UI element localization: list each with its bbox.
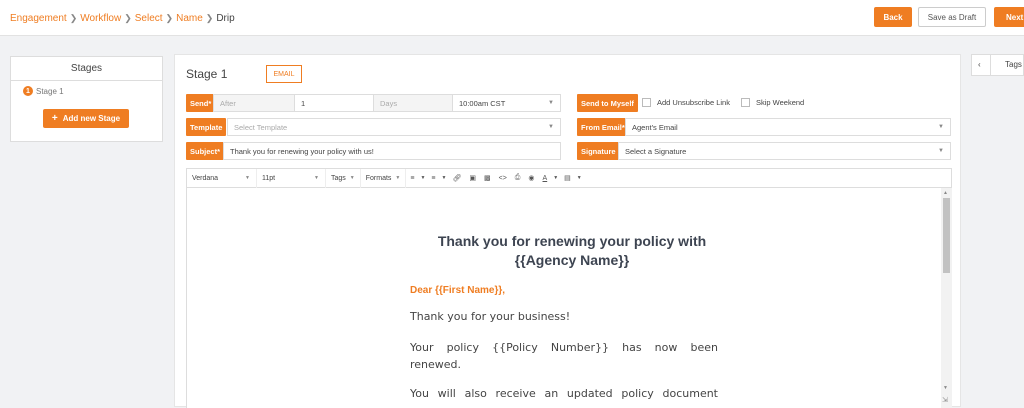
email-heading-line2: {{Agency Name}}	[514, 252, 630, 268]
print-icon[interactable]: ⎙	[511, 174, 525, 182]
breadcrumb-workflow[interactable]: Workflow	[80, 13, 121, 24]
email-paragraph-2-line1: Your policy {{Policy Number}} has now be…	[410, 341, 718, 354]
stage-list-label: Stage 1	[36, 86, 64, 96]
chevron-down-icon[interactable]: ▼	[575, 175, 584, 181]
font-size-value: 11pt	[262, 174, 276, 182]
from-email-label: From Email*	[577, 118, 629, 136]
stage-list-item[interactable]: 1 Stage 1	[23, 86, 64, 96]
chevron-down-icon: ▼	[938, 124, 944, 130]
text-color-icon[interactable]: A	[539, 175, 552, 182]
after-value-input[interactable]: 1	[294, 94, 374, 112]
chevron-down-icon: ▼	[314, 175, 319, 181]
chevron-down-icon: ▼	[548, 124, 554, 130]
subject-label: Subject*	[186, 142, 225, 160]
divider	[990, 55, 991, 75]
tags-panel-label: Tags	[1005, 60, 1022, 69]
top-bar: Engagement ❯ Workflow ❯ Select ❯ Name ❯ Drip Bac…	[0, 0, 1024, 36]
highlight-icon[interactable]: ▤	[560, 174, 575, 182]
editor-toolbar: Verdana ▼ 11pt ▼ Tags ▼ Formats ▼ ≡ ▼ ≡ ▼ 🔗︎…	[187, 168, 951, 188]
chevron-left-icon[interactable]: ‹	[978, 60, 981, 69]
scroll-down-icon[interactable]: ▼	[943, 385, 948, 391]
chevron-down-icon: ▼	[349, 175, 355, 181]
chevron-right-icon: ❯	[124, 13, 132, 23]
chevron-down-icon: ▼	[245, 175, 250, 181]
add-stage-button[interactable]: + Add new Stage	[43, 109, 129, 128]
numbered-list-icon[interactable]: ≡	[427, 175, 439, 182]
font-family-value: Verdana	[192, 174, 219, 182]
email-heading-line1: Thank you for renewing your policy with	[437, 233, 707, 249]
email-paragraph-3: You will also receive an updated policy …	[410, 387, 718, 400]
bullet-list-icon[interactable]: ≡	[406, 175, 418, 182]
email-greeting: Dear {{First Name}},	[410, 285, 506, 296]
send-label: Send*	[186, 94, 216, 112]
breadcrumb-current: Drip	[216, 13, 235, 24]
skip-weekend-label: Skip Weekend	[756, 98, 805, 107]
email-body[interactable]: Thank you for renewing your policy with …	[187, 188, 941, 408]
email-editor: Verdana ▼ 11pt ▼ Tags ▼ Formats ▼ ≡ ▼ ≡ ▼ 🔗︎…	[186, 168, 952, 408]
link-icon[interactable]: 🔗︎	[448, 174, 465, 182]
template-placeholder: Select Template	[234, 122, 288, 132]
preview-icon[interactable]: ◉	[524, 174, 538, 182]
breadcrumb-name[interactable]: Name	[176, 13, 203, 24]
code-icon[interactable]: <>	[495, 175, 511, 182]
font-family-select[interactable]: Verdana ▼	[187, 168, 257, 188]
stage-number-badge: 1	[23, 86, 33, 96]
days-field: Days	[373, 94, 453, 112]
time-select[interactable]: 10:00am CST ▼	[452, 94, 561, 112]
signature-label: Signature	[577, 142, 620, 160]
skip-weekend-checkbox[interactable]	[741, 98, 750, 107]
image-icon[interactable]: ▣	[465, 174, 480, 182]
stages-title: Stages	[11, 57, 162, 81]
chevron-down-icon[interactable]: ▼	[440, 175, 449, 181]
chevron-down-icon[interactable]: ▼	[551, 175, 560, 181]
breadcrumb-engagement[interactable]: Engagement	[10, 13, 67, 24]
formats-menu[interactable]: Formats ▼	[361, 168, 407, 188]
chevron-down-icon: ▼	[548, 100, 554, 106]
save-draft-button[interactable]: Save as Draft	[918, 7, 986, 27]
next-button[interactable]: Next	[994, 7, 1024, 27]
breadcrumb-select[interactable]: Select	[135, 13, 163, 24]
email-heading: Thank you for renewing your policy with …	[412, 232, 732, 270]
unsubscribe-checkbox[interactable]	[642, 98, 651, 107]
signature-value: Select a Signature	[625, 146, 687, 156]
media-icon[interactable]: ▩	[480, 174, 495, 182]
subject-input[interactable]: Thank you for renewing your policy with …	[223, 142, 561, 160]
signature-select[interactable]: Select a Signature ▼	[618, 142, 951, 160]
formats-menu-label: Formats	[365, 174, 392, 182]
chevron-down-icon[interactable]: ▼	[418, 175, 427, 181]
tags-menu-label: Tags	[331, 174, 346, 182]
scrollbar-thumb[interactable]	[943, 198, 950, 273]
template-select[interactable]: Select Template ▼	[227, 118, 561, 136]
chevron-right-icon: ❯	[69, 13, 78, 23]
chevron-down-icon: ▼	[395, 175, 401, 181]
time-value: 10:00am CST	[459, 98, 506, 108]
stage-editor-panel: Stage 1 EMAIL Send* After 1 Days 10:00am…	[174, 54, 961, 408]
add-stage-label: Add new Stage	[62, 114, 121, 123]
font-size-select[interactable]: 11pt ▼	[257, 168, 326, 188]
editor-scrollbar[interactable]: ▲ ▼ ⇲	[941, 188, 952, 408]
unsubscribe-label: Add Unsubscribe Link	[657, 98, 730, 107]
chevron-down-icon: ▼	[938, 148, 944, 154]
from-email-value: Agent's Email	[632, 122, 678, 132]
template-label: Template	[186, 118, 227, 136]
email-paragraph-1: Thank you for your business!	[410, 310, 571, 323]
email-type-tag: EMAIL	[266, 65, 302, 83]
from-email-select[interactable]: Agent's Email ▼	[625, 118, 951, 136]
chevron-right-icon: ❯	[205, 13, 214, 23]
tags-menu[interactable]: Tags ▼	[326, 168, 361, 188]
stages-panel: Stages 1 Stage 1 + Add new Stage	[10, 56, 163, 142]
back-button[interactable]: Back	[874, 7, 912, 27]
chevron-right-icon: ❯	[165, 13, 174, 23]
email-paragraph-2-line2: renewed.	[410, 358, 462, 371]
stage-title: Stage 1	[186, 67, 228, 81]
plus-icon: +	[51, 113, 58, 124]
tags-side-panel[interactable]: ‹ Tags	[971, 54, 1024, 76]
send-to-myself-button[interactable]: Send to Myself	[577, 94, 638, 112]
resize-icon[interactable]: ⇲	[942, 396, 948, 404]
scroll-up-icon[interactable]: ▲	[943, 190, 948, 196]
breadcrumb: Engagement ❯ Workflow ❯ Select ❯ Name ❯ Drip	[10, 13, 235, 24]
after-field: After	[213, 94, 295, 112]
